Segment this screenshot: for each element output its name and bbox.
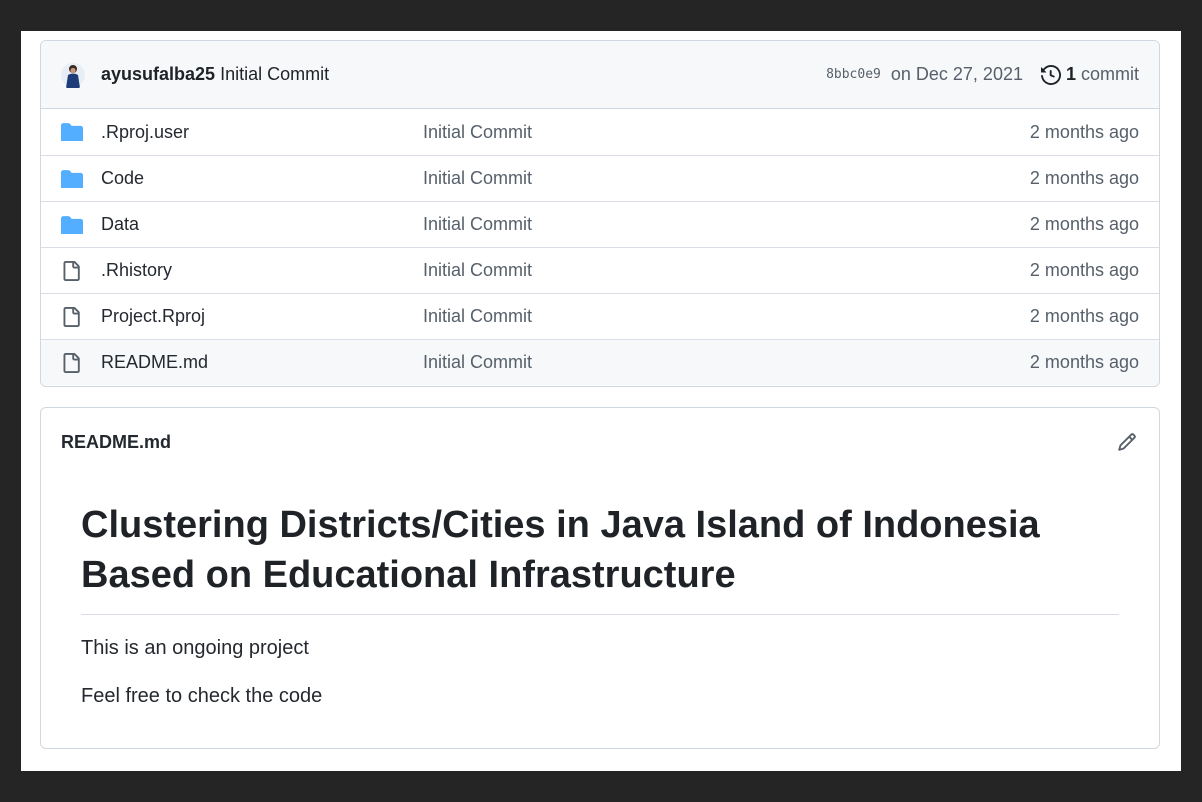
file-row[interactable]: .Rproj.user Initial Commit 2 months ago	[41, 109, 1159, 155]
folder-icon	[61, 122, 83, 142]
file-commit-age: 2 months ago	[1029, 352, 1139, 372]
avatar[interactable]	[61, 60, 85, 90]
file-name-link[interactable]: README.md	[101, 352, 423, 373]
file-commit-age: 2 months ago	[1029, 168, 1139, 188]
folder-icon	[61, 169, 83, 189]
file-commit-age: 2 months ago	[1029, 121, 1139, 142]
file-commit-age: 2 months ago	[1029, 306, 1139, 326]
pencil-icon[interactable]	[1115, 430, 1139, 454]
file-row[interactable]: .Rhistory Initial Commit 2 months ago	[41, 247, 1159, 293]
file-commit-age: 2 months ago	[1029, 214, 1139, 234]
commit-date: on Dec 27, 2021	[890, 64, 1023, 84]
file-browser: ayusufalba25 Initial Commit 8bbc0e9 on D…	[40, 40, 1160, 387]
file-commit-message[interactable]: Initial Commit	[423, 306, 1030, 327]
readme-content: Clustering Districts/Cities in Java Isla…	[41, 476, 1159, 708]
readme-paragraph: Feel free to check the code	[81, 685, 323, 707]
file-row[interactable]: Project.Rproj Initial Commit 2 months ago	[41, 293, 1159, 339]
file-icon	[61, 260, 83, 281]
history-icon	[1040, 64, 1061, 85]
file-icon	[61, 306, 83, 327]
commit-count: 1	[1065, 64, 1076, 84]
readme-paragraph: This is an ongoing project	[81, 637, 309, 659]
readme-filename[interactable]: README.md	[61, 432, 171, 453]
commit-count-label: commit	[1081, 64, 1139, 84]
file-row[interactable]: README.md Initial Commit 2 months ago	[41, 339, 1159, 385]
file-commit-message[interactable]: Initial Commit	[423, 352, 1030, 373]
readme-panel: README.md Clustering Districts/Cities in…	[40, 407, 1160, 749]
file-commit-message[interactable]: Initial Commit	[423, 260, 1030, 281]
file-row[interactable]: Code Initial Commit 2 months ago	[41, 155, 1159, 201]
file-commit-age: 2 months ago	[1029, 260, 1139, 280]
file-name-link[interactable]: Code	[101, 168, 423, 189]
file-commit-message[interactable]: Initial Commit	[423, 214, 1030, 235]
commit-message[interactable]: Initial Commit	[220, 64, 329, 85]
file-name-link[interactable]: Project.Rproj	[101, 306, 423, 327]
file-name-link[interactable]: Data	[101, 214, 423, 235]
commit-author[interactable]: ayusufalba25	[101, 64, 215, 85]
readme-header: README.md	[41, 408, 1159, 476]
file-commit-message[interactable]: Initial Commit	[423, 122, 1030, 143]
commit-sha[interactable]: 8bbc0e9	[826, 67, 881, 82]
latest-commit-bar: ayusufalba25 Initial Commit 8bbc0e9 on D…	[41, 41, 1159, 109]
readme-title: Clustering Districts/Cities in Java Isla…	[81, 500, 1119, 615]
file-row[interactable]: Data Initial Commit 2 months ago	[41, 201, 1159, 247]
file-name-link[interactable]: .Rhistory	[101, 260, 423, 281]
page-frame: ayusufalba25 Initial Commit 8bbc0e9 on D…	[21, 31, 1181, 771]
file-commit-message[interactable]: Initial Commit	[423, 168, 1030, 189]
file-icon	[61, 352, 83, 373]
commit-history-link[interactable]: 1 commit	[1040, 64, 1139, 85]
folder-icon	[61, 215, 83, 235]
file-name-link[interactable]: .Rproj.user	[101, 122, 423, 143]
